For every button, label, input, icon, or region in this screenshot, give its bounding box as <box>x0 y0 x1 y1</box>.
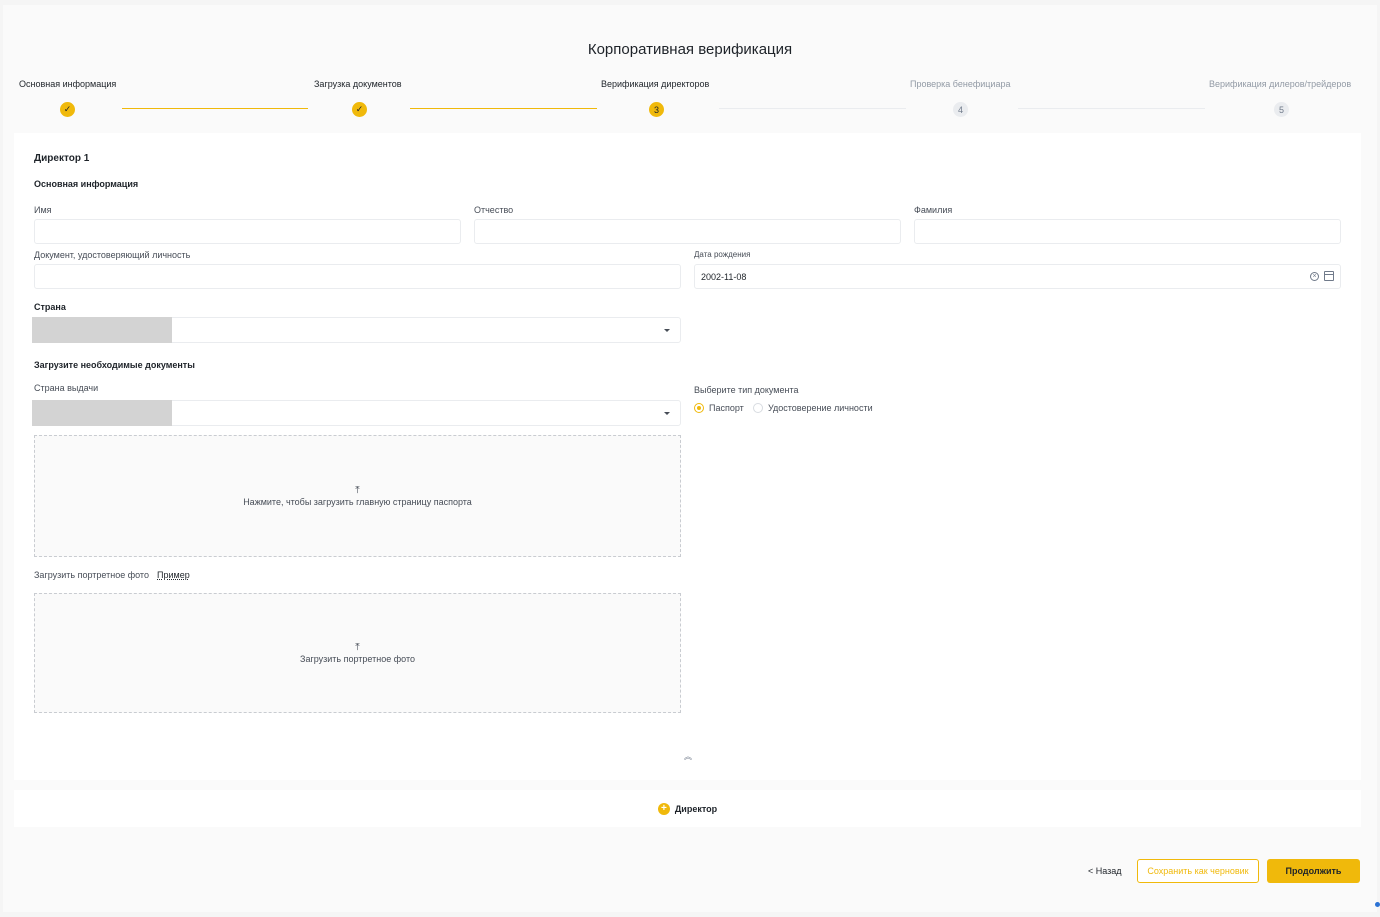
chevron-down-icon <box>664 329 670 332</box>
country-label: Страна <box>34 302 66 312</box>
middle-name-label: Отчество <box>474 205 514 215</box>
step-label-dealers: Верификация дилеров/трейдеров <box>1209 79 1352 89</box>
id-doc-field[interactable] <box>34 264 681 289</box>
passport-upload-area[interactable]: ⤒ Нажмите, чтобы загрузить главную стран… <box>34 435 681 557</box>
step-connector <box>719 108 906 109</box>
corner-indicator <box>1375 902 1380 907</box>
continue-button[interactable]: Продолжить <box>1267 859 1360 883</box>
basic-info-heading: Основная информация <box>34 179 139 189</box>
director-heading: Директор 1 <box>34 153 90 164</box>
step-connector <box>1018 108 1205 109</box>
step-label-directors: Верификация директоров <box>601 79 710 89</box>
chevron-up-double-icon[interactable]: ︽ <box>684 751 692 762</box>
radio-id-card-label[interactable]: Удостоверение личности <box>768 403 873 413</box>
clear-icon[interactable]: × <box>1310 271 1319 281</box>
page: Корпоративная верификация Основная инфор… <box>3 5 1377 912</box>
country-select[interactable] <box>32 317 681 343</box>
upload-icon: ⤒ <box>355 641 360 653</box>
issuing-country-label: Страна выдачи <box>34 383 99 393</box>
first-name-label: Имя <box>34 205 52 215</box>
dob-value: 2002-11-08 <box>701 271 747 282</box>
portrait-upload-text: Загрузить портретное фото <box>300 653 415 664</box>
radio-id-card[interactable] <box>753 403 763 413</box>
step-label-beneficiary: Проверка бенефициара <box>910 79 1011 89</box>
page-title: Корпоративная верификация <box>587 41 793 58</box>
chevron-down-icon <box>664 412 670 415</box>
middle-name-field[interactable] <box>474 219 901 244</box>
upload-docs-heading: Загрузите необходимые документы <box>34 360 195 370</box>
id-doc-label: Документ, удостоверяющий личность <box>34 250 191 260</box>
calendar-icon[interactable] <box>1324 271 1334 281</box>
portrait-upload-area[interactable]: ⤒ Загрузить портретное фото <box>34 593 681 713</box>
radio-passport[interactable] <box>694 403 704 413</box>
redacted-issuing-country <box>32 400 172 426</box>
first-name-field[interactable] <box>34 219 461 244</box>
doc-type-label: Выберите тип документа <box>694 385 799 395</box>
director-card: Директор 1 Основная информация Имя Отчес… <box>14 133 1361 780</box>
add-director-button[interactable]: + Директор <box>14 790 1361 827</box>
step-3-number: 3 <box>649 102 664 117</box>
last-name-label: Фамилия <box>914 205 953 215</box>
last-name-field[interactable] <box>914 219 1341 244</box>
dob-field[interactable]: 2002-11-08 × <box>694 264 1341 289</box>
redacted-country <box>32 317 172 343</box>
date-icons: × <box>1310 271 1334 281</box>
step-2-check-icon: ✓ <box>352 102 367 117</box>
add-director-label: Директор <box>674 803 718 814</box>
back-button[interactable]: < Назад <box>1088 866 1122 876</box>
step-1-check-icon: ✓ <box>60 102 75 117</box>
step-5-number: 5 <box>1274 102 1289 117</box>
radio-passport-label[interactable]: Паспорт <box>709 403 744 413</box>
step-4-number: 4 <box>953 102 968 117</box>
step-connector <box>410 108 597 109</box>
upload-icon: ⤒ <box>355 484 360 496</box>
step-label-basic-info: Основная информация <box>19 79 117 89</box>
portrait-label: Загрузить портретное фото <box>34 570 149 580</box>
step-connector <box>122 108 308 109</box>
issuing-country-select[interactable] <box>32 400 681 426</box>
dob-label: Дата рождения <box>694 250 751 259</box>
passport-upload-text: Нажмите, чтобы загрузить главную страниц… <box>243 496 472 507</box>
plus-circle-icon: + <box>657 802 670 815</box>
step-label-documents: Загрузка документов <box>314 79 402 89</box>
portrait-example-link[interactable]: Пример <box>157 570 190 580</box>
save-draft-button[interactable]: Сохранить как черновик <box>1137 859 1259 883</box>
